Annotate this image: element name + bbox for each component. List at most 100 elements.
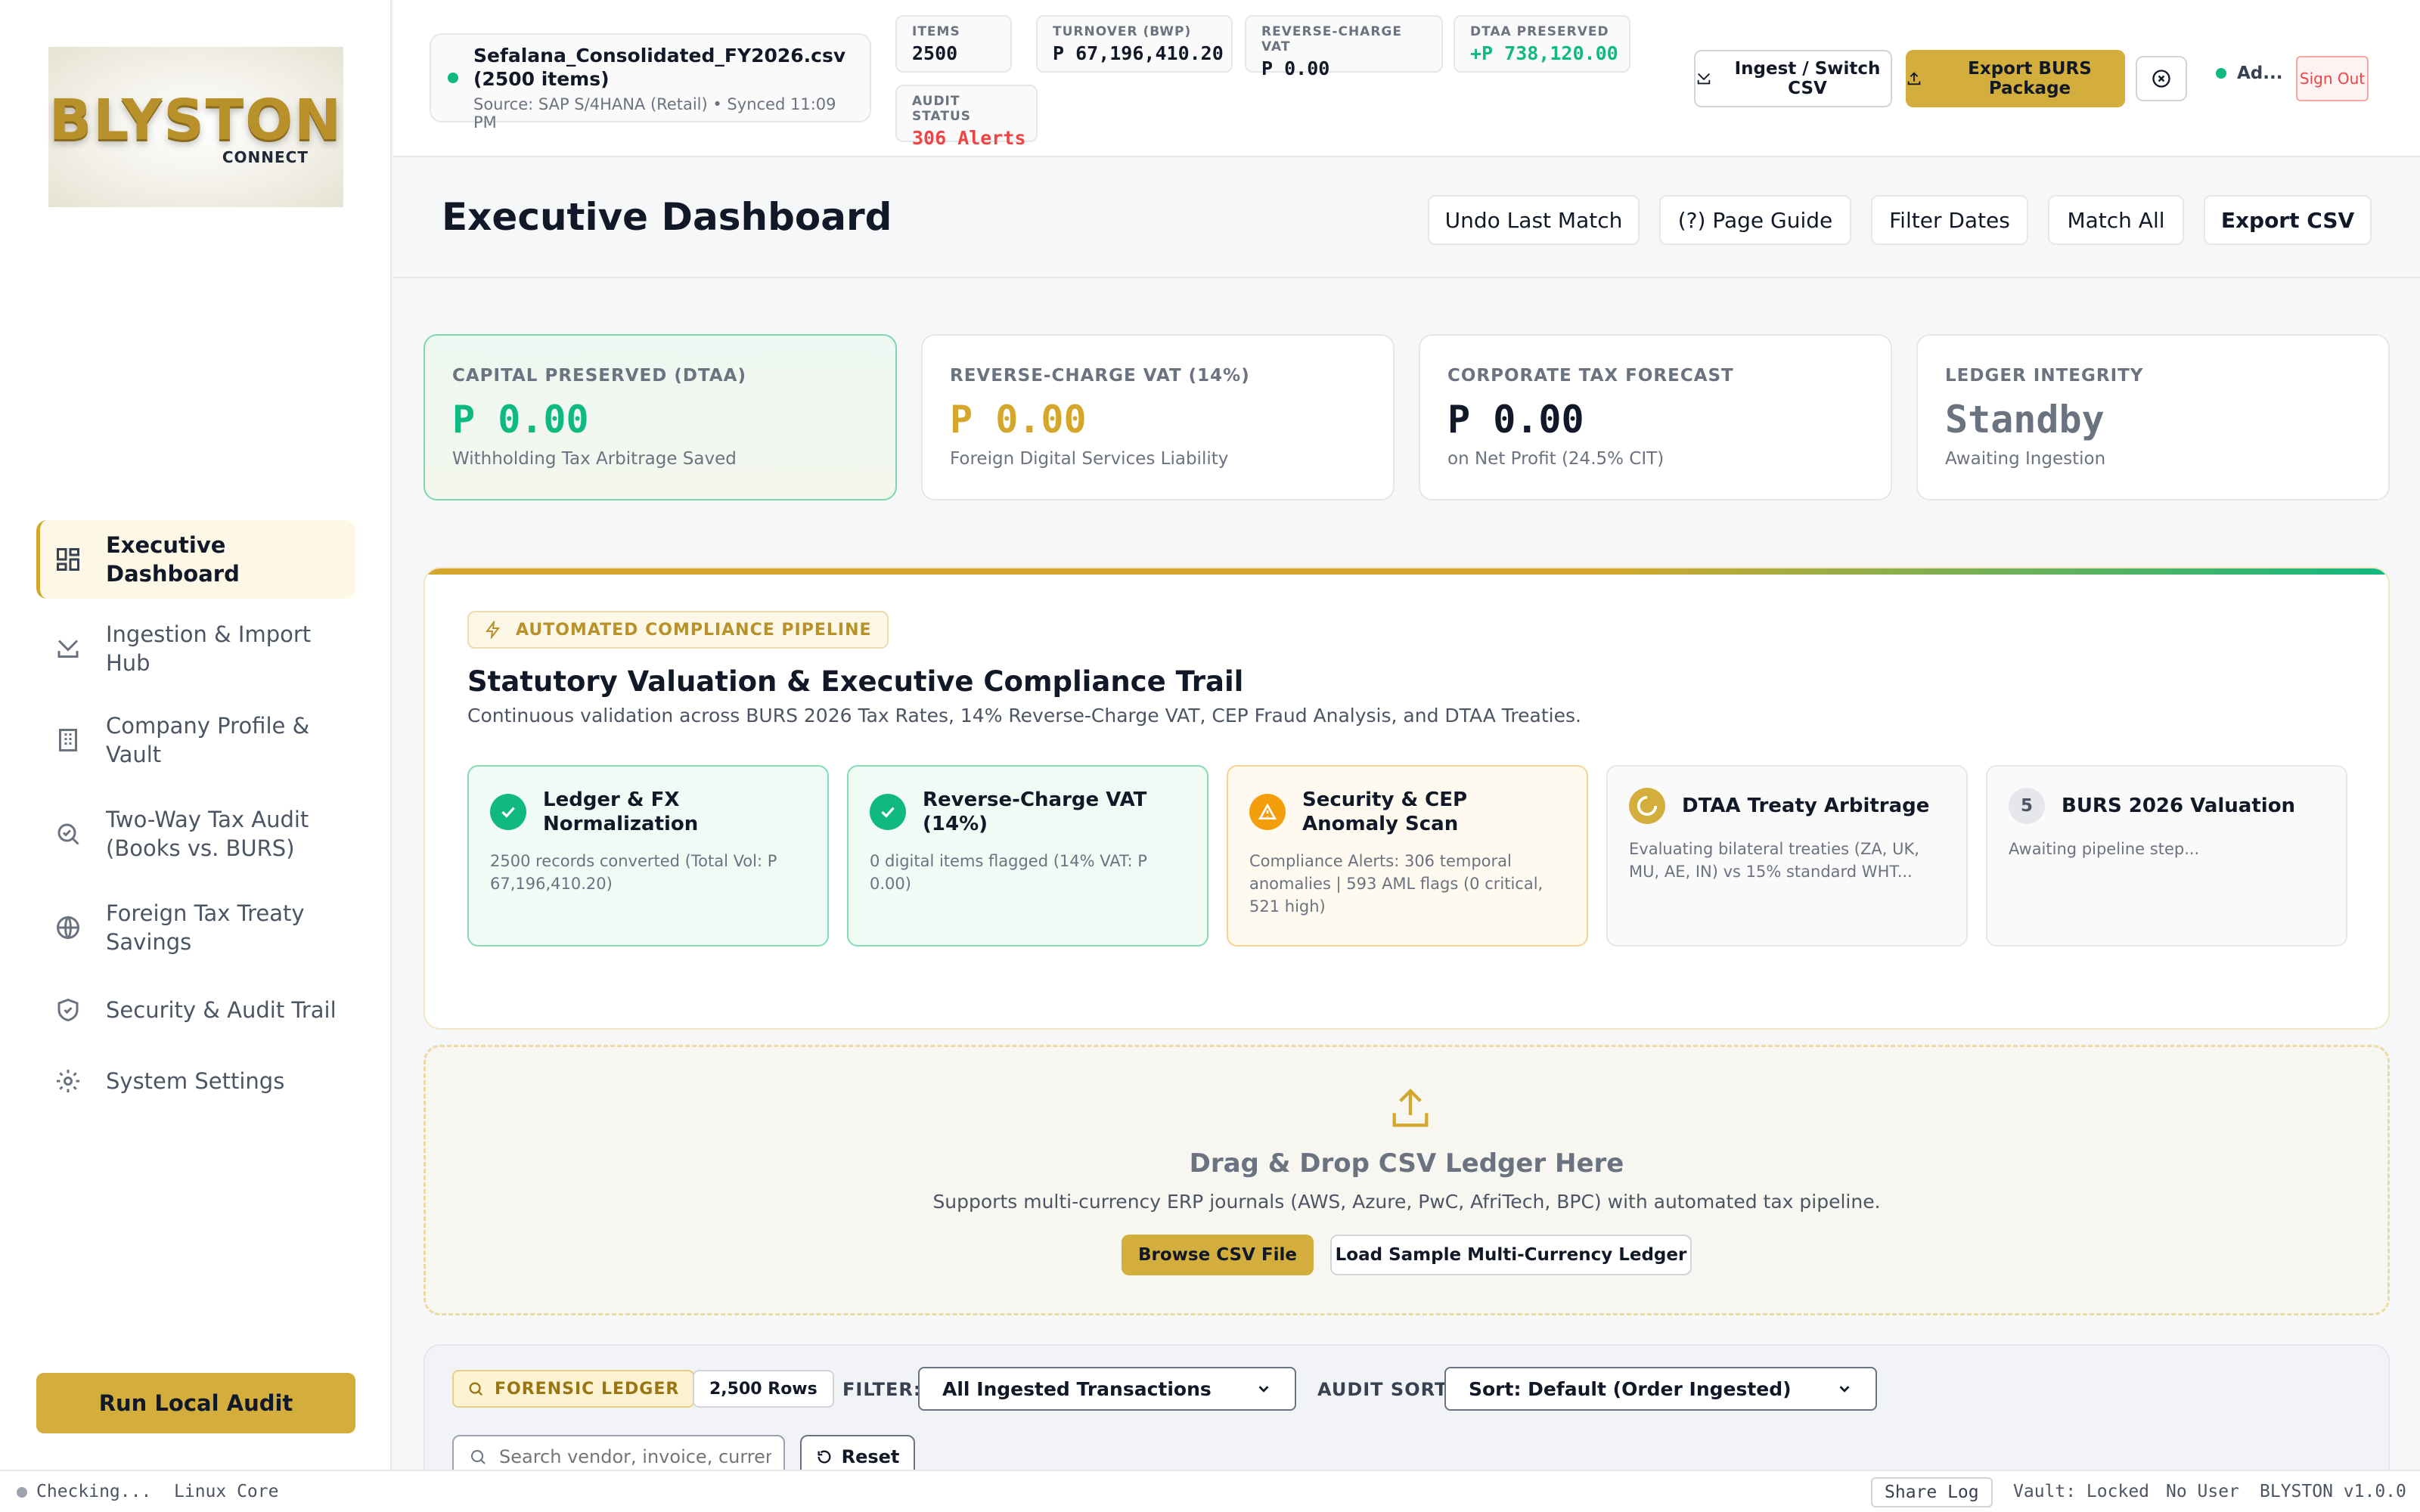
kpi-value: P 0.00: [950, 398, 1087, 442]
stat-turnover: TURNOVER (BWP) P 67,196,410.20: [1036, 15, 1233, 73]
pipeline-progress-bar: [425, 569, 2388, 575]
export-burs-package-button[interactable]: Export BURS Package: [1906, 50, 2125, 107]
sidebar-item-ingestion-hub[interactable]: Ingestion & Import Hub: [36, 609, 355, 688]
undo-last-match-button[interactable]: Undo Last Match: [1428, 195, 1640, 245]
sidebar-item-two-way-tax-audit[interactable]: Two-Way Tax Audit (Books vs. BURS): [36, 792, 355, 875]
user-admin-indicator[interactable]: Ad...: [2216, 64, 2282, 83]
kpi-label: REVERSE-CHARGE VAT (14%): [950, 366, 1250, 386]
sidebar-item-security-audit-trail[interactable]: Security & Audit Trail: [36, 980, 355, 1040]
csv-drop-zone[interactable]: Drag & Drop CSV Ledger Here Supports mul…: [424, 1045, 2390, 1315]
reset-filters-button[interactable]: Reset: [800, 1435, 915, 1470]
kpi-label: CORPORATE TAX FORECAST: [1447, 366, 1734, 386]
export-csv-button[interactable]: Export CSV: [2204, 195, 2372, 245]
logo-subtitle: CONNECT: [222, 148, 309, 166]
close-file-button[interactable]: [2136, 56, 2187, 101]
brand-logo[interactable]: BLYSTON CONNECT: [48, 47, 343, 207]
forensic-ledger-label: FORENSIC LEDGER: [495, 1379, 680, 1399]
active-file-card[interactable]: Sefalana_Consolidated_FY2026.csv (2500 i…: [430, 33, 871, 132]
stat-value: 2500: [912, 42, 958, 64]
step-description: Evaluating bilateral treaties (ZA, UK, M…: [1629, 840, 1919, 881]
connection-status-text: Checking...: [36, 1482, 152, 1501]
load-sample-ledger-button[interactable]: Load Sample Multi-Currency Ledger: [1330, 1235, 1692, 1275]
sidebar-nav: Executive Dashboard Ingestion & Import H…: [36, 520, 355, 1122]
stat-value: 306 Alerts: [912, 127, 1026, 149]
filter-select-value: All Ingested Transactions: [942, 1377, 1212, 1400]
file-source: Source: SAP S/4HANA (Retail) • Synced 11…: [473, 95, 836, 132]
compliance-pipeline-panel: AUTOMATED COMPLIANCE PIPELINE Statutory …: [424, 567, 2390, 1030]
pipeline-step-burs-valuation[interactable]: 5 BURS 2026 Valuation Awaiting pipeline …: [1986, 765, 2347, 947]
step-title: Security & CEP Anomaly Scan: [1302, 789, 1468, 835]
search-audit-icon: [53, 819, 83, 849]
admin-label: Ad...: [2237, 64, 2283, 83]
dashboard-grid-icon: [53, 544, 83, 575]
search-icon: [467, 1380, 484, 1397]
pipeline-step-security-cep[interactable]: Security & CEP Anomaly Scan Compliance A…: [1227, 765, 1588, 947]
check-circle-icon: [490, 794, 526, 830]
sign-out-button[interactable]: Sign Out: [2296, 56, 2369, 101]
sidebar-item-foreign-tax-treaty[interactable]: Foreign Tax Treaty Savings: [36, 886, 355, 969]
sidebar-item-label: Ingestion & Import Hub: [106, 621, 312, 676]
stat-items: ITEMS 2500: [895, 15, 1012, 73]
kpi-value: P 0.00: [1447, 398, 1584, 442]
sidebar-item-label: Company Profile & Vault: [106, 713, 310, 767]
kpi-corporate-tax-forecast: CORPORATE TAX FORECAST P 0.00 on Net Pro…: [1419, 334, 1892, 500]
sidebar-item-label: Foreign Tax Treaty Savings: [106, 900, 305, 955]
lightning-icon: [484, 621, 502, 639]
cloud-upload-icon: [1906, 70, 1922, 87]
page-header: Executive Dashboard Undo Last Match (?) …: [393, 157, 2420, 278]
reset-rotate-icon: [816, 1448, 833, 1465]
stat-dtaa-preserved: DTAA PRESERVED +P 738,120.00: [1454, 15, 1630, 73]
share-log-button[interactable]: Share Log: [1871, 1477, 1993, 1507]
pipeline-badge: AUTOMATED COMPLIANCE PIPELINE: [467, 611, 889, 649]
top-bar: Sefalana_Consolidated_FY2026.csv (2500 i…: [393, 0, 2420, 157]
stat-reverse-charge-vat: REVERSE-CHARGE VAT P 0.00: [1245, 15, 1443, 79]
pipeline-step-dtaa-treaty[interactable]: DTAA Treaty Arbitrage Evaluating bilater…: [1606, 765, 1968, 947]
chevron-down-icon: [1836, 1380, 1853, 1397]
step-description: 0 digital items flagged (14% VAT: P 0.00…: [870, 852, 1147, 893]
ingest-switch-csv-button[interactable]: Ingest / Switch CSV: [1694, 50, 1892, 107]
ledger-search-input[interactable]: [499, 1446, 771, 1467]
filter-dates-button[interactable]: Filter Dates: [1871, 195, 2028, 245]
step-title: DTAA Treaty Arbitrage: [1682, 795, 1930, 817]
browse-csv-button[interactable]: Browse CSV File: [1122, 1235, 1314, 1275]
pipeline-step-ledger-fx[interactable]: Ledger & FX Normalization 2500 records c…: [467, 765, 829, 947]
page-guide-button[interactable]: (?) Page Guide: [1659, 195, 1851, 245]
file-status-dot: [448, 73, 458, 83]
step-title: Ledger & FX Normalization: [543, 789, 699, 835]
sidebar: BLYSTON CONNECT Executive Dashboard Inge…: [0, 0, 392, 1470]
kpi-value: P 0.00: [452, 398, 589, 442]
pipeline-title: Statutory Valuation & Executive Complian…: [467, 665, 1244, 698]
sidebar-item-system-settings[interactable]: System Settings: [36, 1051, 355, 1111]
audit-sort-select[interactable]: Sort: Default (Order Ingested): [1444, 1367, 1877, 1411]
user-status: No User: [2166, 1482, 2239, 1501]
shield-check-icon: [53, 995, 83, 1025]
stat-label: AUDIT STATUS: [912, 94, 972, 124]
warning-triangle-icon: [1249, 794, 1286, 830]
stat-label: ITEMS: [912, 24, 960, 39]
sidebar-item-executive-dashboard[interactable]: Executive Dashboard: [36, 520, 355, 599]
kpi-value: Standby: [1945, 398, 2105, 442]
step-description: Awaiting pipeline step...: [2009, 840, 2200, 858]
run-local-audit-button[interactable]: Run Local Audit: [36, 1373, 355, 1433]
logo-wordmark: BLYSTON: [48, 88, 343, 153]
platform-label: Linux Core: [174, 1482, 279, 1501]
filter-label: FILTER:: [842, 1379, 922, 1400]
stat-label: TURNOVER (BWP): [1053, 24, 1192, 39]
filter-select[interactable]: All Ingested Transactions: [918, 1367, 1296, 1411]
pipeline-subtitle: Continuous validation across BURS 2026 T…: [467, 705, 1581, 727]
stat-label: REVERSE-CHARGE VAT: [1261, 24, 1402, 54]
sidebar-item-label: System Settings: [106, 1068, 285, 1094]
tray-download-icon: [53, 634, 83, 664]
ledger-search-box[interactable]: [452, 1435, 785, 1470]
dropzone-title: Drag & Drop CSV Ledger Here: [1189, 1148, 1624, 1179]
vault-status: Vault: Locked: [2013, 1482, 2150, 1501]
sidebar-item-company-profile[interactable]: Company Profile & Vault: [36, 699, 355, 782]
reset-label: Reset: [841, 1446, 900, 1467]
match-all-button[interactable]: Match All: [2048, 195, 2184, 245]
step-title: Reverse-Charge VAT (14%): [923, 789, 1147, 835]
sidebar-item-label: Two-Way Tax Audit (Books vs. BURS): [106, 807, 309, 861]
tray-download-icon: [1696, 70, 1712, 87]
pipeline-step-reverse-charge-vat[interactable]: Reverse-Charge VAT (14%) 0 digital items…: [847, 765, 1208, 947]
kpi-subtitle: Withholding Tax Arbitrage Saved: [452, 449, 737, 469]
sidebar-item-label: Executive Dashboard: [106, 532, 240, 587]
